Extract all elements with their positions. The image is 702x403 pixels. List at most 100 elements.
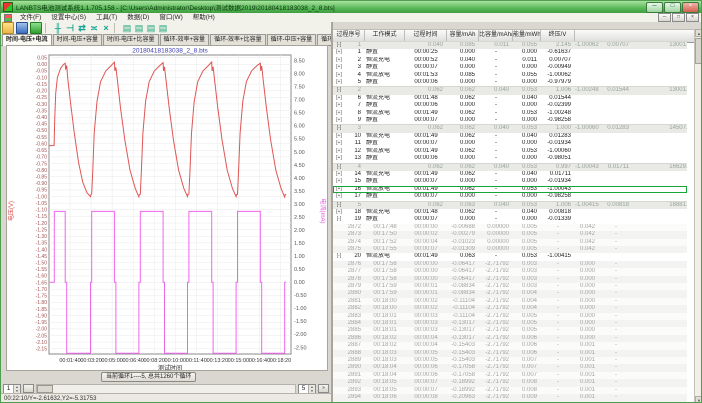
tab-time-voltage-capacity[interactable]: 时间-电压+容量 [53,34,103,45]
table-cell [365,202,405,209]
list-view-icon-3[interactable]: ▤ [146,23,156,33]
cycle-summary-row[interactable]: [-]30.0620.0620.0400.0531.000-1.000600.0… [333,124,687,132]
record-row[interactable]: 287800:17:5800:00:00-0.06417-2.717920.00… [333,276,687,283]
process-row[interactable]: [+]17静置00:00:070.000-0.000-0.98258 [333,193,687,200]
record-row[interactable]: 288900:18:0300:00:05-0.15403-2.717920.00… [333,357,687,364]
v-scrollbar-thumb[interactable] [695,38,702,64]
page-number-input[interactable]: 1 ▲▼ [3,384,21,394]
menu-settings-center[interactable]: 设置中心(S) [46,13,91,22]
record-row[interactable]: 289100:18:0400:00:06-0.17058-2.717920.00… [333,372,687,379]
record-row[interactable]: 288700:18:0200:00:04-0.15403-2.717920.00… [333,342,687,349]
process-row[interactable]: [+]8恒流放电00:01:490.062-0.053-1.00248 [333,110,687,117]
process-row[interactable]: [+]16恒流放电00:01:490.062-0.053-1.00043 [333,186,687,193]
current-cycle-button[interactable]: 当前循环1----5, 总共1260个循环 [101,372,196,382]
process-row[interactable]: [+]7静置00:00:060.000-0.000-0.02399 [333,102,687,109]
record-row[interactable]: 287900:17:5900:00:01-0.08834-2.717920.00… [333,283,687,290]
scroll-up-icon[interactable]: ▲ [695,29,702,37]
record-row[interactable]: 287700:17:5800:00:00-0.06417-2.717920.00… [333,268,687,275]
record-row[interactable]: 287600:17:5800:00:00-0.06417-2.717920.00… [333,261,687,268]
mdi-restore-icon[interactable]: □ [672,13,685,22]
tab-time-voltage-specific-capacity[interactable]: 时间-电压+比容量 [103,34,159,45]
menu-file[interactable]: 文件(F) [15,13,46,22]
maximize-icon[interactable]: □ [664,2,681,13]
record-row[interactable]: 288300:18:0100:00:03-0.11104-2.717920.00… [333,313,687,320]
process-row[interactable]: [-]19静置00:00:070.000-0.000-0.01339 [333,216,687,223]
close-icon[interactable]: × [682,2,699,13]
process-row[interactable]: [+]6恒流充电00:01:480.062-0.0400.01544 [333,95,687,102]
table-cell: 0.000 [447,117,479,124]
h-scrollbar-thumb[interactable] [37,385,53,393]
tab-cycle-efficiency-capacity[interactable]: 循环-效率+容量 [160,34,210,45]
tab-cycle-efficiency-specific-capacity[interactable]: 循环-效率+比容量 [210,34,266,45]
curve-channel-icon[interactable]: ╫ [53,23,63,33]
list-view-icon-1[interactable]: ▤ [122,23,132,33]
record-row[interactable]: 289200:18:0500:00:07-0.18992-2.717920.00… [333,379,687,386]
record-row[interactable]: 289400:18:0600:00:08-0.20963-2.717920.00… [333,394,687,401]
page-go-button[interactable] [23,384,34,393]
process-row[interactable]: [+]1静置00:00:250.000-0.000-0.61637 [333,49,687,56]
scroll-down-icon[interactable]: ▼ [695,396,702,403]
cycle-summary-row[interactable]: [-]40.0620.0620.0400.0530.997-1.000430.0… [333,163,687,171]
record-row[interactable]: 287300:17:5000:00:02-0.002790.000000.005… [333,231,687,238]
mdi-minimize-icon[interactable]: ─ [658,13,671,22]
tab-cycle-midvoltage-capacity[interactable]: 循环-中压+容量 [267,34,317,45]
cycle-summary-row[interactable]: [-]50.0620.0630.0400.0531.006-1.004150.0… [333,201,687,209]
process-row[interactable]: [+]13静置00:00:060.000-0.000-0.98051 [333,155,687,162]
cycle-summary-row[interactable]: [-]20.0620.0620.0400.0531.006-1.002480.0… [333,86,687,94]
process-row[interactable]: [+]15静置00:00:070.000-0.000-0.01934 [333,178,687,185]
table-cell: 0.00000 [479,239,513,246]
minimize-icon[interactable]: ─ [646,2,663,13]
curve-clear-icon[interactable]: × [101,23,111,33]
process-row[interactable]: [+]18恒流充电00:01:480.062-0.0400.00818 [333,209,687,216]
menu-help[interactable]: 帮助(H) [188,13,220,22]
open-file-icon[interactable] [2,22,14,34]
document-icon[interactable] [4,14,12,22]
curve-scale-icon[interactable]: ≍ [89,23,99,33]
record-row[interactable]: 289300:18:0500:00:07-0.18992-2.717920.00… [333,387,687,394]
menu-window[interactable]: 窗口(W) [154,13,187,22]
record-row[interactable]: 287500:17:5500:00:07-0.013090.000000.005… [333,246,687,253]
cycles-per-page-input[interactable]: 5 ▲▼ [298,384,316,394]
table-cell: 0.01711 [541,171,575,178]
process-row[interactable]: [+]12恒流放电00:01:490.062-0.053-1.00060 [333,148,687,155]
process-row[interactable]: [+]2恒流充电00:00:520.040-0.0110.00707 [333,57,687,64]
curve-marker-icon[interactable]: ⊣ [65,23,75,33]
process-row[interactable]: [+]9静置00:00:070.000-0.000-0.98258 [333,117,687,124]
table-cell: 00:18:05 [365,387,405,394]
process-row[interactable]: [+]10恒流充电00:01:490.062-0.0400.01283 [333,133,687,140]
process-row[interactable]: [+]4恒流放电00:01:530.085-0.055-1.00062 [333,72,687,79]
record-row[interactable]: 288800:18:0300:00:05-0.15403-2.717920.00… [333,350,687,357]
process-row[interactable]: [-]20恒流放电00:01:490.063-0.053-1.00415 [333,253,687,260]
curve-switch-icon[interactable]: ⇄ [77,23,87,33]
data-export-icon[interactable] [30,22,42,34]
chart-h-scrollbar[interactable] [36,384,296,394]
list-view-icon-2[interactable]: ▤ [134,23,144,33]
record-row[interactable]: 288500:18:0100:00:03-0.13017-2.717920.00… [333,327,687,334]
list-view-icon-4[interactable]: ▤ [158,23,168,33]
record-row[interactable]: 288100:18:0000:00:02-0.11104-2.717920.00… [333,298,687,305]
table-v-scrollbar[interactable]: ▲ ▼ [694,29,702,403]
cycle-summary-row[interactable]: [-]10.0400.0850.0110.0552.145-1.000620.0… [333,41,687,49]
cycles-spinner[interactable]: ▲▼ [308,385,315,393]
process-row[interactable]: [+]3静置00:00:070.000-0.000-0.00949 [333,64,687,71]
save-file-icon[interactable] [16,22,28,34]
table-cell: 0.000 [575,313,599,320]
table-cell: 0.997 [541,164,575,171]
page-spinner[interactable]: ▲▼ [13,385,20,393]
record-row[interactable]: 288600:18:0200:00:04-0.13017-2.717920.00… [333,335,687,342]
record-row[interactable]: 288400:18:0100:00:03-0.13017-2.717920.00… [333,320,687,327]
menu-data[interactable]: 数据(D) [122,13,154,22]
record-row[interactable]: 287200:17:4800:00:00-0.006880.000000.005… [333,224,687,231]
menu-tools[interactable]: 工具(T) [91,13,122,22]
process-row[interactable]: [+]14恒流充电00:01:490.062-0.0400.01711 [333,171,687,178]
x-tick-label: 00:10:00 [165,358,186,364]
record-row[interactable]: 288000:17:5900:00:01-0.08834-2.717920.00… [333,290,687,297]
record-row[interactable]: 287400:17:5200:00:04-0.010230.000000.005… [333,239,687,246]
record-row[interactable]: 289000:18:0400:00:06-0.17058-2.717920.00… [333,364,687,371]
title-bar[interactable]: LANBTS电池测试系统1.1.705.158 - [C:\Users\Admi… [1,1,701,13]
process-row[interactable]: [+]11静置00:00:070.000-0.000-0.01934 [333,140,687,147]
process-row[interactable]: [+]5静置00:00:060.000-0.000-0.97979 [333,79,687,86]
more-cycles-button[interactable]: » [318,384,329,393]
record-row[interactable]: 288200:18:0000:00:02-0.11104-2.717920.00… [333,305,687,312]
mdi-close-icon[interactable]: × [686,13,699,22]
